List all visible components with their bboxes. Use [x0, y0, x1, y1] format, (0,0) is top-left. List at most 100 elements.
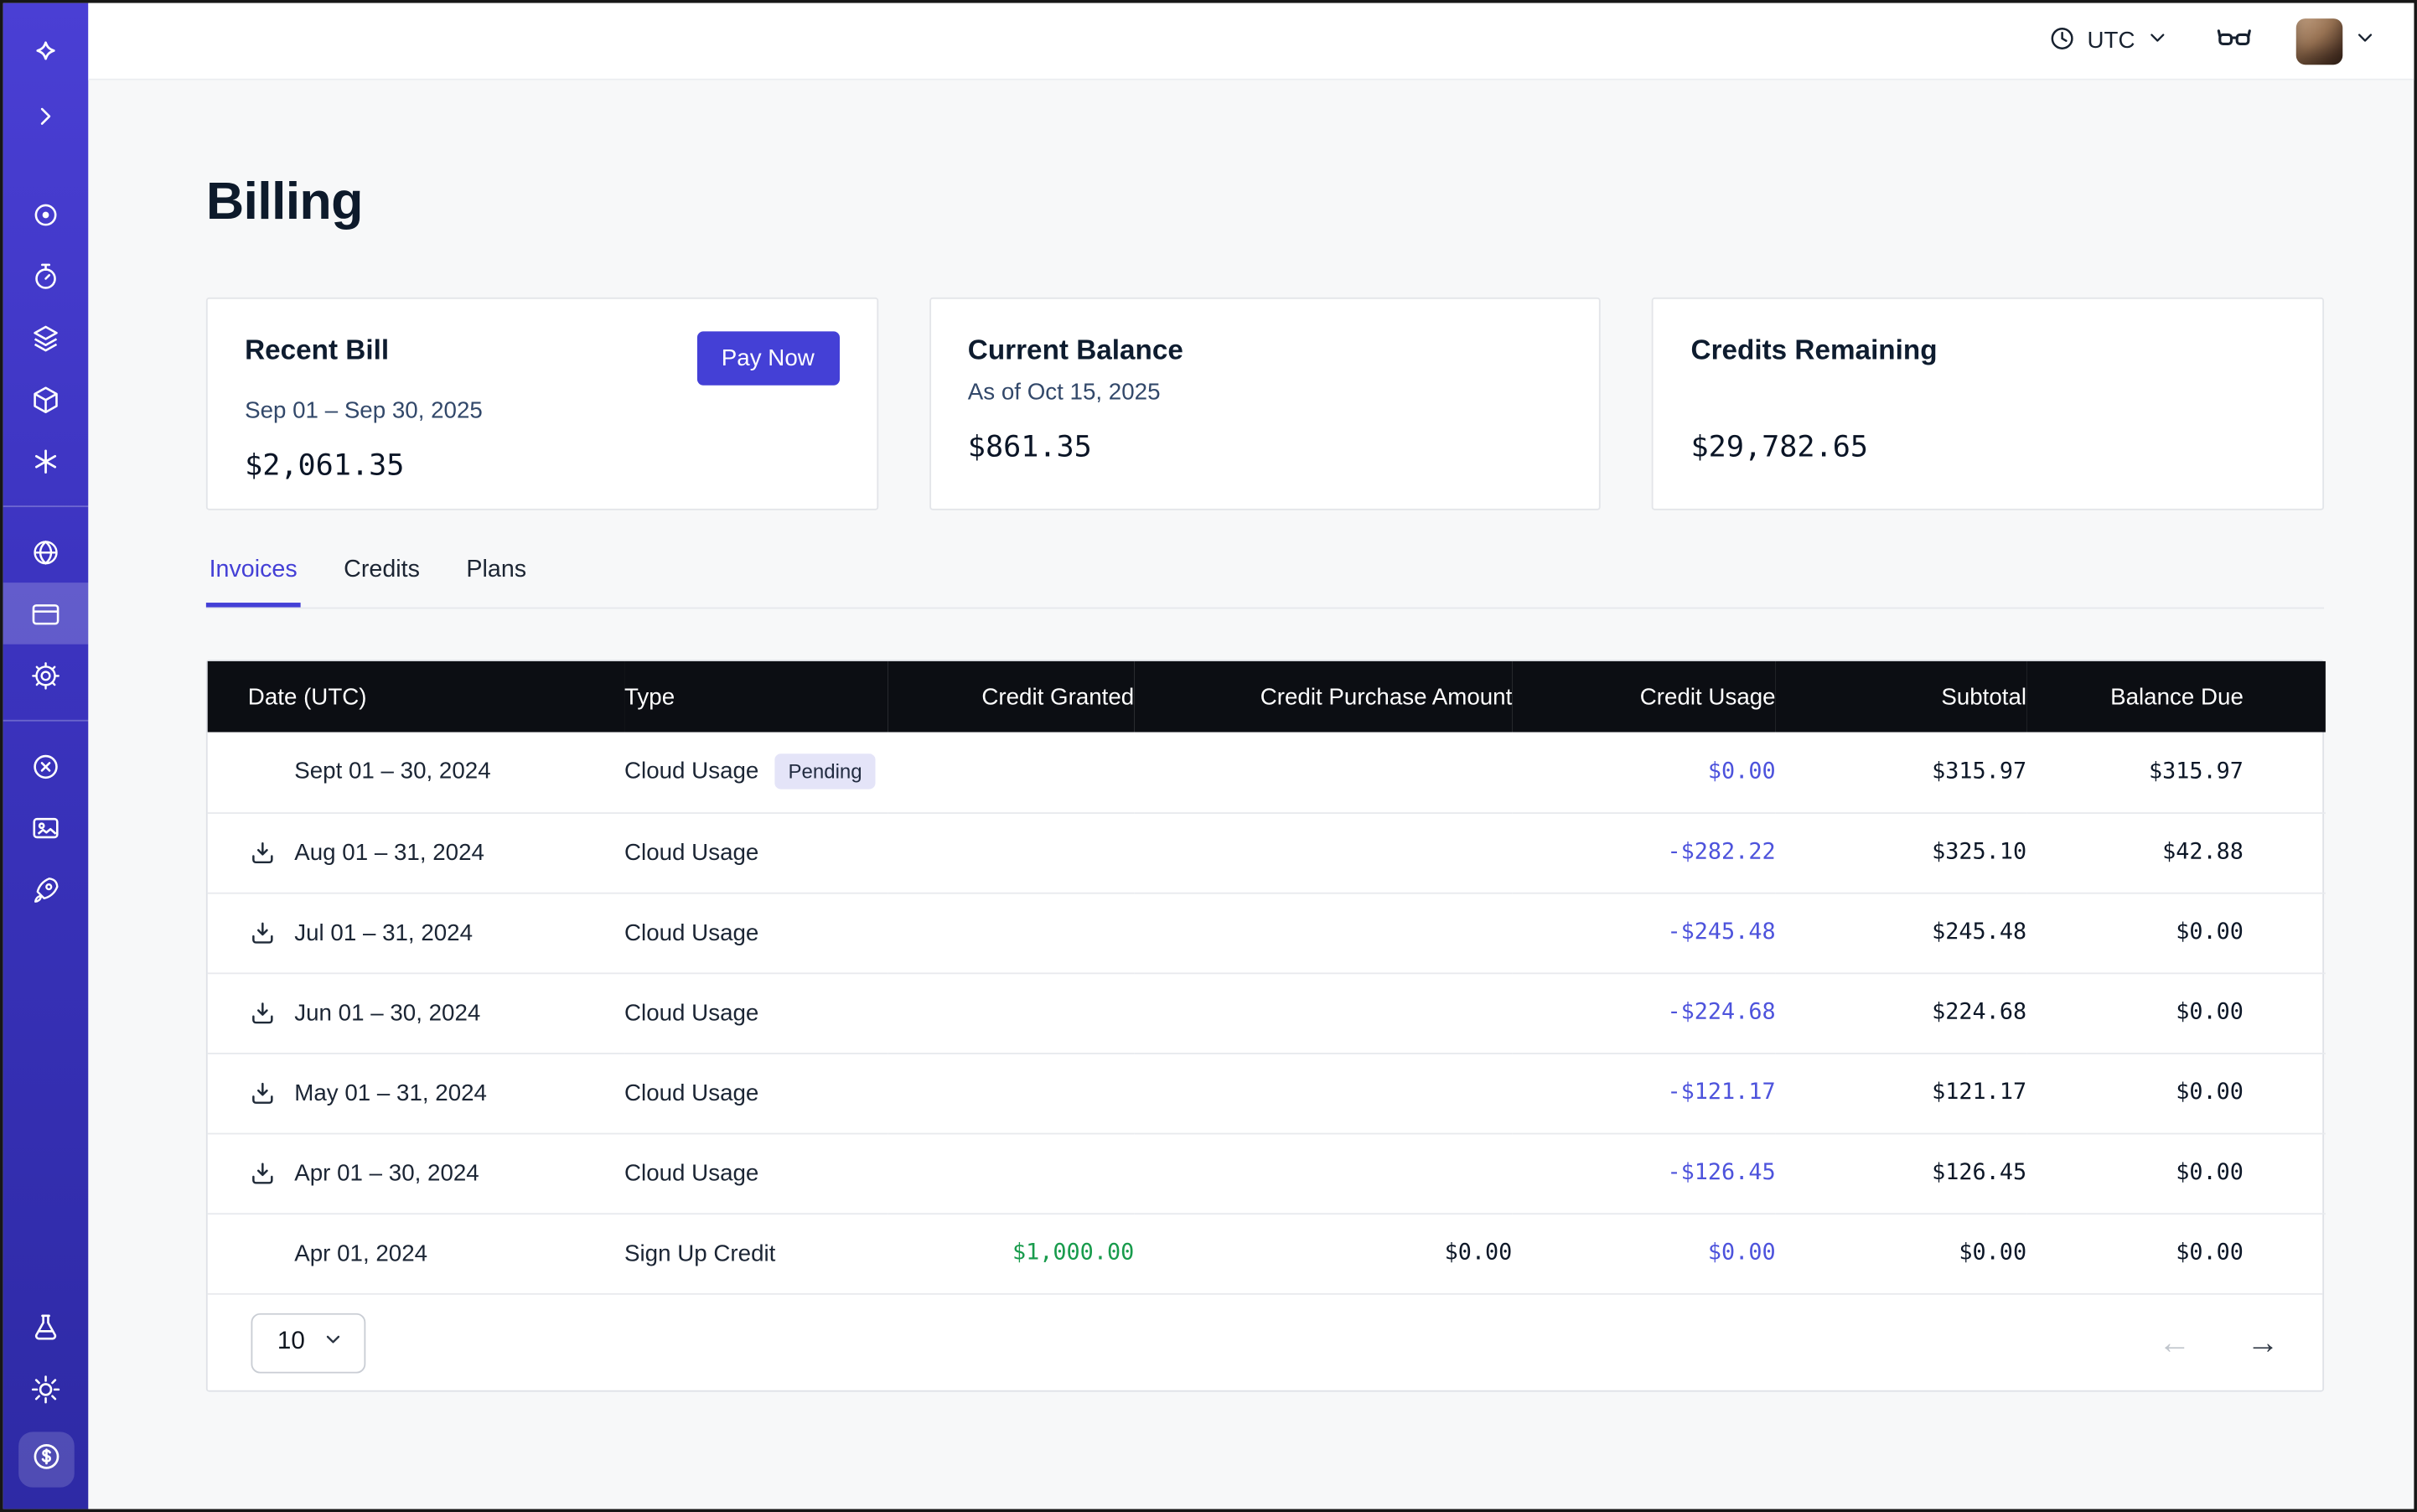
invoice-type: Cloud Usage	[624, 1080, 758, 1106]
user-avatar	[2296, 18, 2342, 64]
sidebar-item-layers[interactable]	[3, 307, 89, 369]
download-invoice-icon[interactable]	[248, 998, 277, 1028]
gear-icon	[29, 659, 62, 691]
subtotal-value: $0.00	[1776, 1213, 2026, 1293]
card-title: Credits Remaining	[1691, 334, 1938, 367]
table-row: Apr 01, 2024 Sign Up Credit $1,000.00 $0…	[208, 1213, 2326, 1293]
page-size-select[interactable]: 10	[251, 1313, 365, 1373]
current-balance-amount: $861.35	[968, 430, 1562, 463]
app-logo[interactable]	[3, 23, 89, 85]
glasses-icon	[2216, 18, 2253, 63]
balance-due-value: $0.00	[2026, 893, 2326, 973]
invoice-date: Apr 01 – 30, 2024	[294, 1160, 479, 1186]
subtotal-value: $245.48	[1776, 893, 2026, 973]
balance-due-value: $0.00	[2026, 972, 2326, 1053]
sidebar-expand-button[interactable]	[3, 85, 89, 147]
page-title: Billing	[206, 173, 2324, 233]
sidebar-item-theme[interactable]	[3, 1358, 89, 1420]
table-row: Jun 01 – 30, 2024 Cloud Usage -$224.68 $…	[208, 972, 2326, 1053]
account-menu[interactable]	[2296, 18, 2377, 64]
invoice-type: Cloud Usage	[624, 919, 758, 945]
globe-icon	[29, 536, 62, 568]
lifebuoy-icon	[29, 750, 62, 783]
invoice-type: Cloud Usage	[624, 759, 758, 784]
sidebar-item-flask[interactable]	[3, 1297, 89, 1359]
summary-cards: Recent Bill Pay Now Sep 01 – Sep 30, 202…	[206, 298, 2324, 510]
chevron-down-icon	[2353, 25, 2377, 56]
logo-icon	[29, 38, 62, 70]
sidebar-item-lifebuoy[interactable]	[3, 735, 89, 797]
next-page-button[interactable]: →	[2247, 1326, 2280, 1359]
recent-bill-amount: $2,061.35	[245, 448, 839, 482]
timezone-selector[interactable]: UTC	[2048, 24, 2169, 58]
table-footer: 10 ← →	[208, 1293, 2322, 1390]
chevron-down-icon	[2145, 26, 2169, 55]
subtotal-value: $126.45	[1776, 1133, 2026, 1214]
credits-remaining-card: Credits Remaining $29,782.65	[1652, 298, 2324, 510]
credit-granted-value	[888, 972, 1134, 1053]
credit-card-icon	[29, 598, 62, 630]
tab-plans[interactable]: Plans	[463, 557, 530, 608]
invoice-date: May 01 – 31, 2024	[294, 1080, 487, 1106]
download-invoice-icon[interactable]	[248, 918, 277, 947]
topbar: UTC	[88, 3, 2414, 80]
table-row: Aug 01 – 31, 2024 Cloud Usage -$282.22 $…	[208, 812, 2326, 893]
asterisk-icon	[29, 445, 62, 478]
sidebar-item-globe[interactable]	[3, 521, 89, 583]
credit-granted-value	[888, 1133, 1134, 1214]
sidebar-item-settings[interactable]	[3, 645, 89, 707]
sidebar-item-asterisk[interactable]	[3, 430, 89, 492]
flask-icon	[29, 1311, 62, 1344]
sidebar-item-timer[interactable]	[3, 245, 89, 307]
credit-usage-value: -$126.45	[1512, 1133, 1775, 1214]
pagination: ← →	[2158, 1326, 2279, 1359]
credit-purchase-value	[1134, 1053, 1512, 1133]
tab-invoices[interactable]: Invoices	[206, 557, 301, 608]
card-title: Recent Bill	[245, 334, 389, 367]
appearance-toggle-button[interactable]	[2216, 18, 2253, 63]
balance-as-of-date: As of Oct 15, 2025	[968, 379, 1562, 406]
invoice-date: Sept 01 – 30, 2024	[294, 759, 490, 784]
rocket-icon	[29, 873, 62, 906]
previous-page-button[interactable]: ←	[2158, 1326, 2191, 1359]
credit-usage-value: -$282.22	[1512, 812, 1775, 893]
credit-granted-value	[888, 733, 1134, 813]
sidebar-item-rocket[interactable]	[3, 858, 89, 920]
invoices-table: Date (UTC) Type Credit Granted Credit Pu…	[206, 660, 2324, 1392]
table-row: May 01 – 31, 2024 Cloud Usage -$121.17 $…	[208, 1053, 2326, 1133]
sidebar-item-cube[interactable]	[3, 369, 89, 431]
column-header-type: Type	[624, 661, 888, 733]
sidebar-item-billing[interactable]	[3, 583, 89, 645]
download-invoice-icon[interactable]	[248, 1158, 277, 1188]
billing-page: Billing Recent Bill Pay Now Sep 01 – Sep…	[206, 80, 2324, 1454]
timezone-label: UTC	[2088, 28, 2135, 54]
layers-icon	[29, 321, 62, 354]
sidebar	[3, 3, 89, 1509]
invoice-date: Jul 01 – 31, 2024	[294, 919, 473, 945]
download-invoice-icon[interactable]	[248, 837, 277, 867]
credit-granted-value: $1,000.00	[888, 1213, 1134, 1293]
sun-icon	[29, 1373, 62, 1406]
chevron-down-icon	[322, 1328, 344, 1357]
clock-icon	[2048, 24, 2076, 58]
download-invoice-icon[interactable]	[248, 1078, 277, 1107]
billing-period: Sep 01 – Sep 30, 2025	[245, 397, 839, 425]
credit-purchase-value	[1134, 893, 1512, 973]
current-balance-card: Current Balance As of Oct 15, 2025 $861.…	[929, 298, 1602, 510]
invoice-date: Jun 01 – 30, 2024	[294, 1000, 480, 1026]
invoice-type: Cloud Usage	[624, 1000, 758, 1026]
recent-bill-card: Recent Bill Pay Now Sep 01 – Sep 30, 202…	[206, 298, 878, 510]
main-area: UTC Billing Recent Bill Pay Now	[88, 3, 2414, 1509]
column-header-credit-granted: Credit Granted	[888, 661, 1134, 733]
app-window: UTC Billing Recent Bill Pay Now	[0, 0, 2417, 1512]
invoice-type: Cloud Usage	[624, 839, 758, 865]
sidebar-item-credits[interactable]	[18, 1432, 74, 1487]
credits-remaining-amount: $29,782.65	[1691, 430, 2285, 463]
sidebar-item-images[interactable]	[3, 797, 89, 859]
sidebar-item-target[interactable]	[3, 184, 89, 246]
billing-tabs: Invoices Credits Plans	[206, 557, 2324, 609]
column-header-date: Date (UTC)	[208, 661, 624, 733]
tab-credits[interactable]: Credits	[340, 557, 422, 608]
balance-due-value: $315.97	[2026, 733, 2326, 813]
pay-now-button[interactable]: Pay Now	[696, 331, 839, 385]
